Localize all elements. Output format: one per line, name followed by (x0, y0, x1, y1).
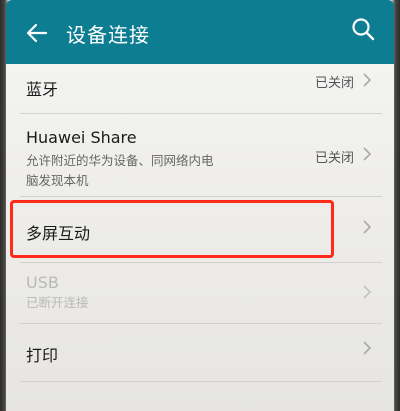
setting-item-label: 蓝牙 (26, 80, 59, 99)
setting-item-label: 打印 (26, 346, 59, 365)
setting-item-description: 脑发现本机 (26, 173, 89, 188)
chevron-right-icon (363, 285, 372, 299)
chevron-right-icon (363, 220, 372, 234)
settings-list: 蓝牙 已关闭 Huawei Share 允许附近的华为设备、同网络内电 脑发现本… (6, 64, 394, 411)
setting-item-print[interactable]: 打印 (6, 324, 394, 380)
settings-screen: 设备连接 蓝牙 已关闭 Huawei Share 允许附近的华为设备、同网络内电… (0, 0, 400, 411)
status-label: 已关闭 (314, 151, 354, 166)
status-label: 已关闭 (314, 76, 354, 91)
setting-item-label: Huawei Share (26, 128, 137, 147)
setting-item-label: USB (26, 273, 59, 292)
chevron-right-icon (363, 147, 372, 161)
chevron-right-icon (363, 73, 372, 87)
setting-item-multi-screen[interactable]: 多屏互动 (6, 197, 394, 261)
setting-item-description: 已断开连接 (26, 295, 89, 310)
setting-item-bluetooth[interactable]: 蓝牙 已关闭 (6, 64, 394, 114)
setting-item-usb: USB 已断开连接 (6, 263, 394, 323)
search-icon[interactable] (350, 16, 376, 42)
setting-item-huawei-share[interactable]: Huawei Share 允许附近的华为设备、同网络内电 脑发现本机 已关闭 (6, 114, 394, 196)
divider (20, 381, 382, 382)
page-title: 设备连接 (66, 23, 150, 47)
app-bar: 设备连接 (6, 0, 394, 64)
chevron-right-icon (363, 341, 372, 355)
back-arrow-icon[interactable] (24, 20, 50, 46)
setting-item-label: 多屏互动 (26, 224, 91, 243)
setting-item-description: 允许附近的华为设备、同网络内电 (26, 153, 214, 168)
